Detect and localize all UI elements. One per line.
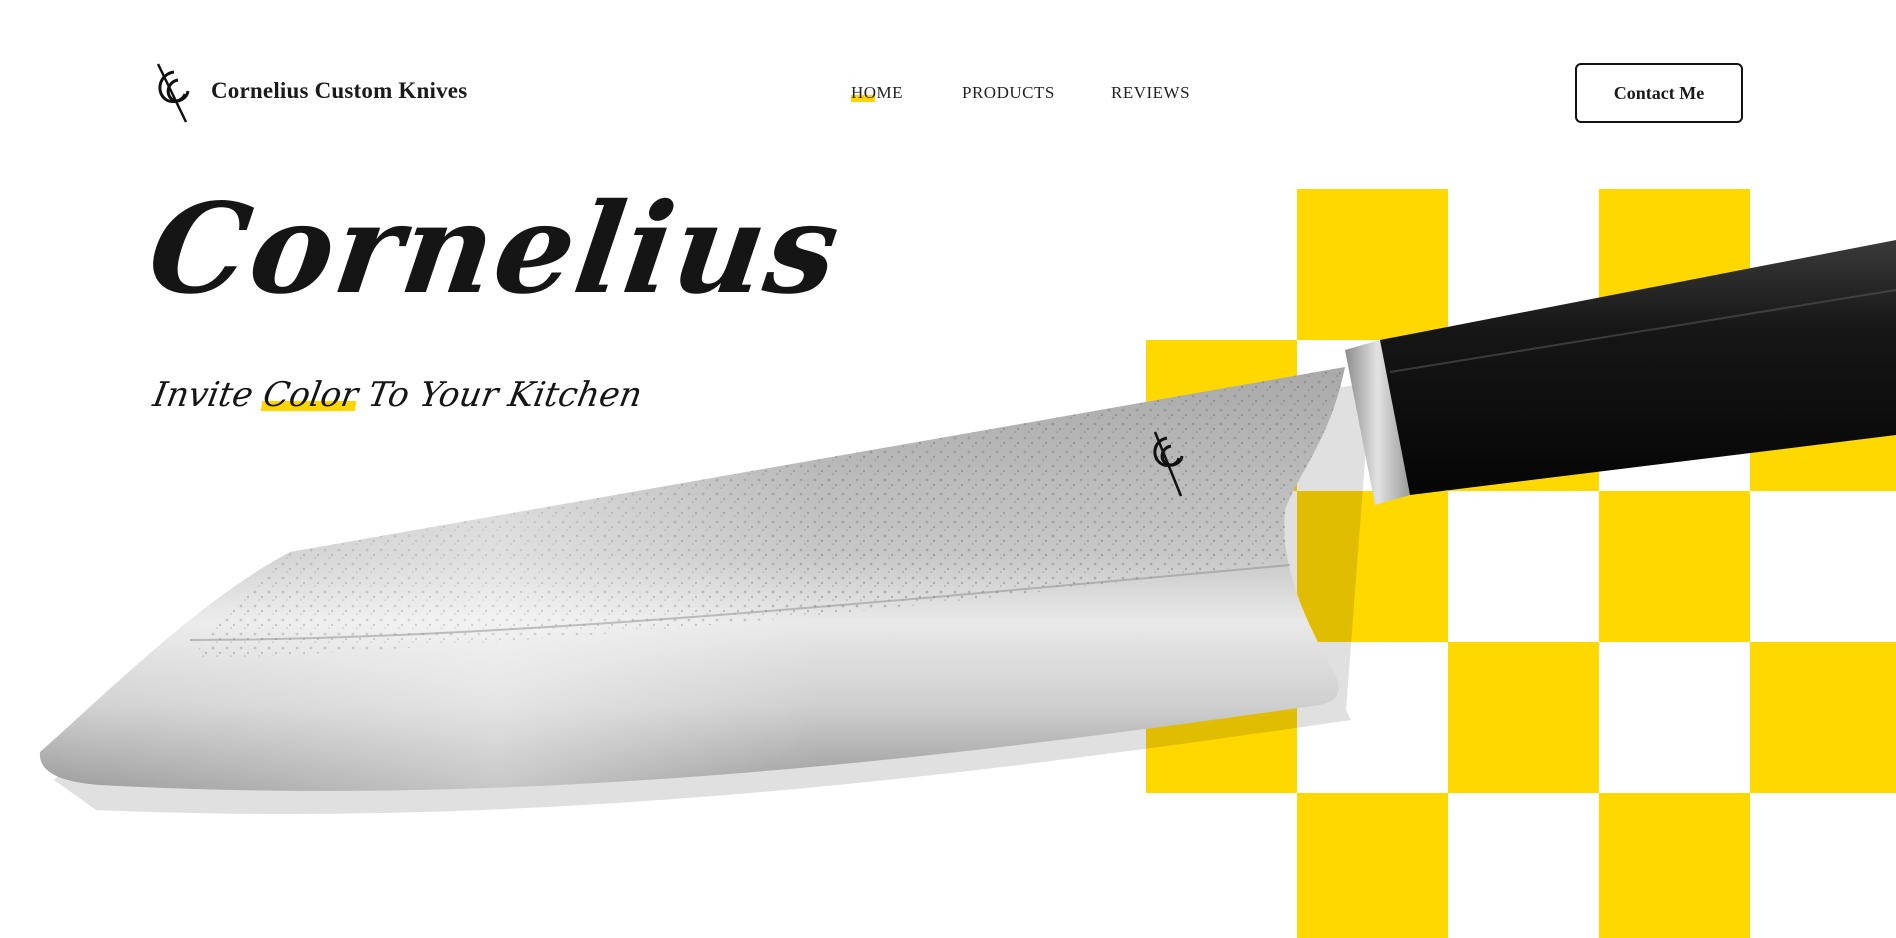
brand-name[interactable]: Cornelius Custom Knives (211, 78, 467, 104)
site-header: Cornelius Custom Knives HOME PRODUCTS RE… (0, 0, 1896, 186)
contact-me-button[interactable]: Contact Me (1575, 63, 1743, 123)
tagline-part: To Your Kitchen (354, 375, 646, 415)
nav-item-products[interactable]: PRODUCTS (962, 83, 1055, 103)
nav-item-reviews[interactable]: REVIEWS (1111, 83, 1190, 103)
cc-monogram-icon[interactable] (152, 62, 192, 124)
hero-title: Cornelius (140, 177, 849, 322)
tagline-part: Invite (150, 375, 268, 415)
nav-item-home[interactable]: HOME (851, 83, 903, 103)
hero-tagline: Invite Color To Your Kitchen (150, 375, 645, 425)
tagline-highlight: Color (260, 375, 362, 415)
